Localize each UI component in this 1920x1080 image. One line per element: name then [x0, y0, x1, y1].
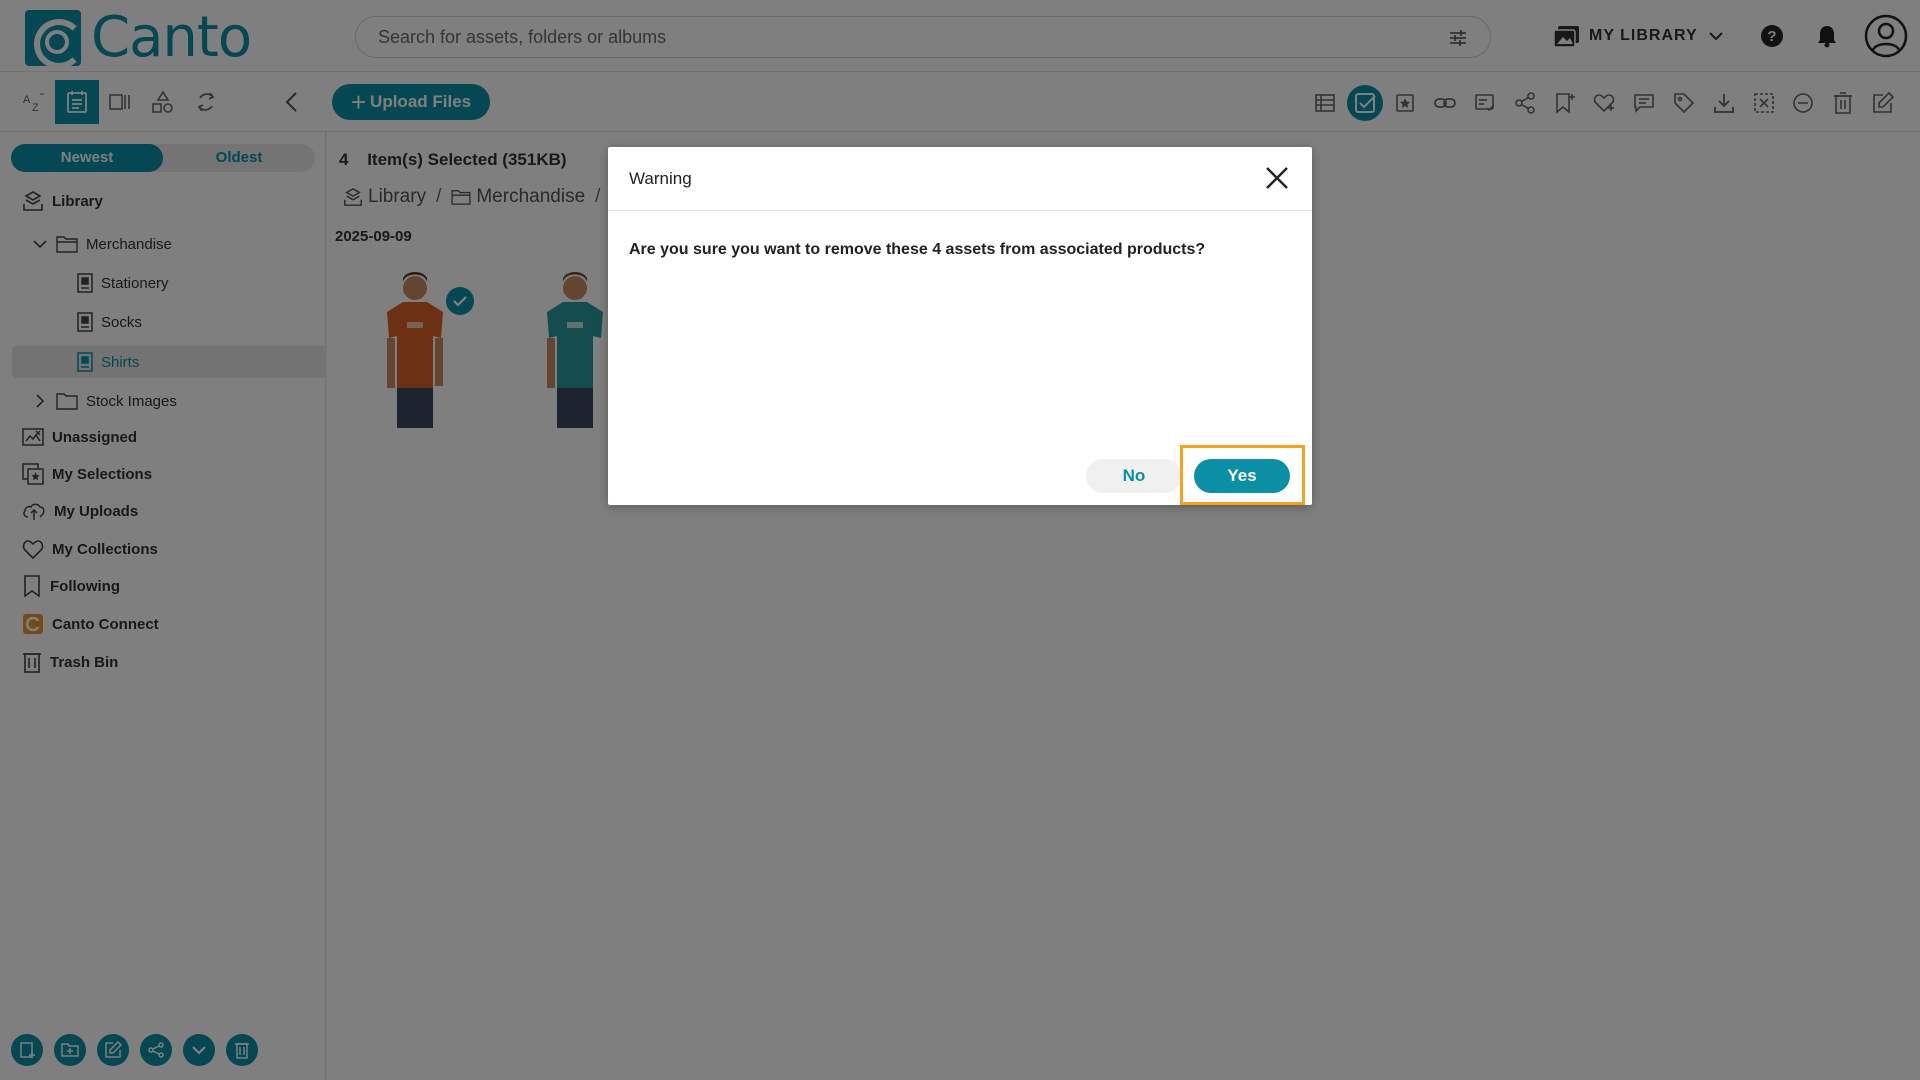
warning-dialog: Warning Are you sure you want to remove … — [608, 147, 1312, 505]
close-icon[interactable] — [1264, 165, 1290, 191]
dialog-title: Warning — [629, 169, 692, 188]
no-button[interactable]: No — [1086, 459, 1182, 493]
dialog-header: Warning — [608, 147, 1312, 211]
dialog-message: Are you sure you want to remove these 4 … — [629, 241, 1206, 258]
yes-button[interactable]: Yes — [1194, 459, 1290, 493]
